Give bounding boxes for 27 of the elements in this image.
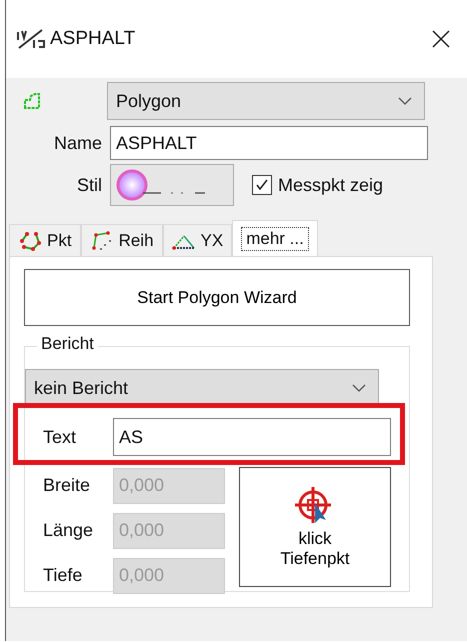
logo-icon (16, 28, 46, 50)
chevron-icon (352, 384, 366, 392)
field-label: Länge (42, 520, 94, 541)
chevron-icon (398, 97, 412, 105)
show-points-checkbox[interactable]: Messpkt zeig (252, 174, 384, 196)
pick-depth-button[interactable]: klick Tiefenpkt (239, 467, 391, 587)
line-style-icon (115, 168, 205, 202)
field-label: Text (42, 426, 78, 448)
numbered-points-icon (90, 230, 114, 250)
tab[interactable]: mehr ... (232, 220, 318, 256)
checkmark-icon (254, 177, 270, 193)
field-label: Tiefe (42, 565, 84, 586)
field-label: Stil (76, 174, 103, 196)
field-label: Breite (42, 475, 92, 496)
tab[interactable]: Reih (80, 224, 163, 256)
window-title: ASPHALT (50, 28, 136, 50)
polygon-icon (22, 92, 42, 110)
field-label: Name (52, 132, 103, 154)
tab[interactable]: Pkt (9, 224, 81, 256)
style-button[interactable] (110, 164, 234, 206)
tab[interactable]: YX (162, 224, 232, 256)
polygon-points-icon (18, 230, 42, 250)
type-dropdown[interactable]: Polygon (107, 82, 425, 120)
close-icon[interactable] (431, 29, 451, 49)
name-field[interactable]: ASPHALT (110, 126, 428, 160)
text-field[interactable]: AS (113, 418, 391, 456)
wizard-button[interactable]: Start Polygon Wizard (24, 269, 410, 326)
